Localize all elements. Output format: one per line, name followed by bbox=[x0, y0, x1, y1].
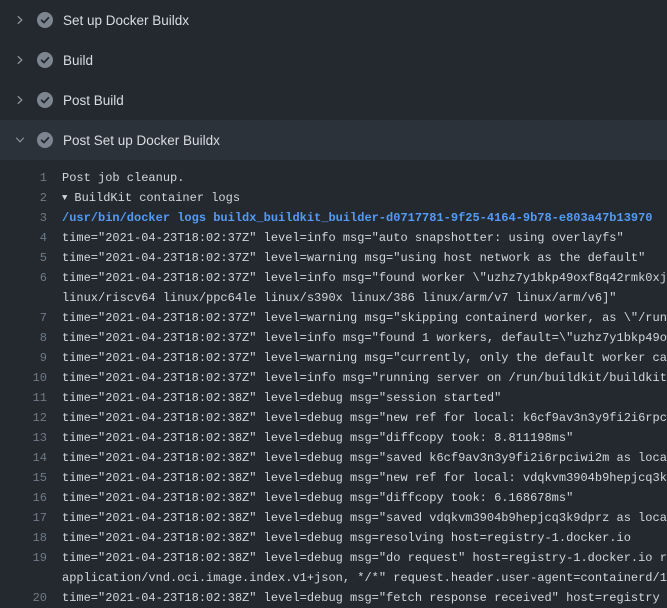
log-line-number[interactable]: 10 bbox=[0, 368, 47, 388]
log-text: time="2021-04-23T18:02:37Z" level=warnin… bbox=[47, 348, 667, 368]
log-line: 15time="2021-04-23T18:02:38Z" level=debu… bbox=[0, 468, 667, 488]
log-line-number[interactable]: 15 bbox=[0, 468, 47, 488]
log-text: time="2021-04-23T18:02:37Z" level=warnin… bbox=[47, 308, 667, 328]
log-text: time="2021-04-23T18:02:37Z" level=info m… bbox=[47, 328, 667, 348]
step-title: Build bbox=[63, 53, 93, 68]
step-row-set-up-docker-buildx[interactable]: Set up Docker Buildx bbox=[0, 0, 667, 40]
step-title: Post Set up Docker Buildx bbox=[63, 133, 220, 148]
check-circle-icon bbox=[37, 132, 53, 148]
log-text: time="2021-04-23T18:02:38Z" level=debug … bbox=[47, 428, 573, 448]
log-line: 1Post job cleanup. bbox=[0, 168, 667, 188]
actions-log-viewer: Set up Docker Buildx Build Post Build Po… bbox=[0, 0, 667, 608]
log-command-text: /usr/bin/docker logs buildx_buildkit_bui… bbox=[47, 208, 653, 228]
log-line: 10time="2021-04-23T18:02:37Z" level=info… bbox=[0, 368, 667, 388]
log-text: time="2021-04-23T18:02:37Z" level=info m… bbox=[47, 268, 667, 288]
step-row-post-set-up-docker-buildx[interactable]: Post Set up Docker Buildx bbox=[0, 120, 667, 160]
log-group-toggle[interactable]: ▼BuildKit container logs bbox=[47, 188, 240, 208]
log-text: time="2021-04-23T18:02:37Z" level=info m… bbox=[47, 228, 624, 248]
log-line-number[interactable]: 19 bbox=[0, 548, 47, 568]
log-group-line: 2▼BuildKit container logs bbox=[0, 188, 667, 208]
group-triangle-icon: ▼ bbox=[62, 188, 67, 208]
log-text: time="2021-04-23T18:02:37Z" level=warnin… bbox=[47, 248, 645, 268]
log-line: 11time="2021-04-23T18:02:38Z" level=debu… bbox=[0, 388, 667, 408]
log-line-number[interactable]: 9 bbox=[0, 348, 47, 368]
log-text: time="2021-04-23T18:02:38Z" level=debug … bbox=[47, 548, 667, 568]
check-circle-icon bbox=[37, 12, 53, 28]
log-text: time="2021-04-23T18:02:38Z" level=debug … bbox=[47, 508, 667, 528]
log-line: 5time="2021-04-23T18:02:37Z" level=warni… bbox=[0, 248, 667, 268]
log-text: application/vnd.oci.image.index.v1+json,… bbox=[47, 568, 667, 588]
log-line-number[interactable]: 18 bbox=[0, 528, 47, 548]
log-text: linux/riscv64 linux/ppc64le linux/s390x … bbox=[47, 288, 617, 308]
log-text: Post job cleanup. bbox=[47, 168, 184, 188]
log-line: 12time="2021-04-23T18:02:38Z" level=debu… bbox=[0, 408, 667, 428]
log-line: 9time="2021-04-23T18:02:37Z" level=warni… bbox=[0, 348, 667, 368]
log-line: 14time="2021-04-23T18:02:38Z" level=debu… bbox=[0, 448, 667, 468]
log-line: 13time="2021-04-23T18:02:38Z" level=debu… bbox=[0, 428, 667, 448]
log-line: 16time="2021-04-23T18:02:38Z" level=debu… bbox=[0, 488, 667, 508]
log-line-number[interactable]: 16 bbox=[0, 488, 47, 508]
chevron-right-icon bbox=[12, 92, 28, 108]
log-line-number[interactable]: 1 bbox=[0, 168, 47, 188]
chevron-right-icon bbox=[12, 52, 28, 68]
log-line-number[interactable]: 4 bbox=[0, 228, 47, 248]
log-line-number[interactable]: 6 bbox=[0, 268, 47, 288]
chevron-down-icon bbox=[12, 132, 28, 148]
step-title: Post Build bbox=[63, 93, 124, 108]
log-line-number[interactable]: 12 bbox=[0, 408, 47, 428]
log-area: 1Post job cleanup.2▼BuildKit container l… bbox=[0, 160, 667, 608]
log-line: 8time="2021-04-23T18:02:37Z" level=info … bbox=[0, 328, 667, 348]
log-line: 4time="2021-04-23T18:02:37Z" level=info … bbox=[0, 228, 667, 248]
log-text: time="2021-04-23T18:02:38Z" level=debug … bbox=[47, 448, 667, 468]
step-row-post-build[interactable]: Post Build bbox=[0, 80, 667, 120]
log-line: 18time="2021-04-23T18:02:38Z" level=debu… bbox=[0, 528, 667, 548]
check-circle-icon bbox=[37, 92, 53, 108]
log-line-number bbox=[0, 288, 47, 308]
step-row-build[interactable]: Build bbox=[0, 40, 667, 80]
log-text: time="2021-04-23T18:02:38Z" level=debug … bbox=[47, 408, 667, 428]
log-line: 6time="2021-04-23T18:02:37Z" level=info … bbox=[0, 268, 667, 288]
log-line: linux/riscv64 linux/ppc64le linux/s390x … bbox=[0, 288, 667, 308]
log-line-number[interactable]: 2 bbox=[0, 188, 47, 208]
chevron-right-icon bbox=[12, 12, 28, 28]
log-line: 20time="2021-04-23T18:02:38Z" level=debu… bbox=[0, 588, 667, 608]
log-line: 3/usr/bin/docker logs buildx_buildkit_bu… bbox=[0, 208, 667, 228]
log-text: time="2021-04-23T18:02:38Z" level=debug … bbox=[47, 468, 667, 488]
log-line-number bbox=[0, 568, 47, 588]
log-text: time="2021-04-23T18:02:38Z" level=debug … bbox=[47, 488, 573, 508]
log-line-number[interactable]: 17 bbox=[0, 508, 47, 528]
log-line-number[interactable]: 5 bbox=[0, 248, 47, 268]
log-line-number[interactable]: 3 bbox=[0, 208, 47, 228]
log-line-number[interactable]: 13 bbox=[0, 428, 47, 448]
log-text: time="2021-04-23T18:02:38Z" level=debug … bbox=[47, 588, 660, 608]
log-text: time="2021-04-23T18:02:38Z" level=debug … bbox=[47, 528, 631, 548]
log-line-number[interactable]: 11 bbox=[0, 388, 47, 408]
log-line-number[interactable]: 20 bbox=[0, 588, 47, 608]
log-line-number[interactable]: 7 bbox=[0, 308, 47, 328]
log-line: application/vnd.oci.image.index.v1+json,… bbox=[0, 568, 667, 588]
log-text: time="2021-04-23T18:02:37Z" level=info m… bbox=[47, 368, 667, 388]
log-text: time="2021-04-23T18:02:38Z" level=debug … bbox=[47, 388, 501, 408]
log-line-number[interactable]: 14 bbox=[0, 448, 47, 468]
log-line-number[interactable]: 8 bbox=[0, 328, 47, 348]
log-line: 7time="2021-04-23T18:02:37Z" level=warni… bbox=[0, 308, 667, 328]
step-title: Set up Docker Buildx bbox=[63, 13, 189, 28]
log-line: 17time="2021-04-23T18:02:38Z" level=debu… bbox=[0, 508, 667, 528]
check-circle-icon bbox=[37, 52, 53, 68]
log-line: 19time="2021-04-23T18:02:38Z" level=debu… bbox=[0, 548, 667, 568]
